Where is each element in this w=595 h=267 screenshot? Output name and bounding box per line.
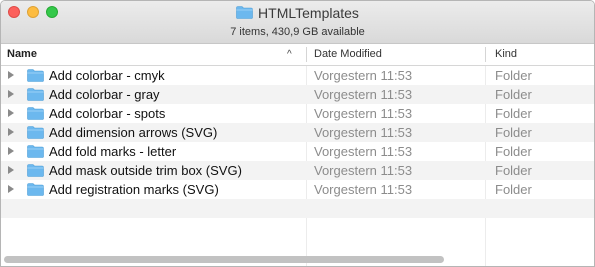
item-kind: Folder bbox=[495, 87, 532, 102]
column-header-date-modified[interactable]: Date Modified bbox=[314, 44, 382, 65]
folder-icon bbox=[27, 126, 44, 139]
item-name: Add dimension arrows (SVG) bbox=[49, 125, 218, 140]
item-date: Vorgestern 11:53 bbox=[314, 163, 413, 178]
title-bar[interactable]: HTMLTemplates 7 items, 430,9 GB availabl… bbox=[1, 1, 594, 44]
folder-icon bbox=[27, 69, 44, 82]
item-date: Vorgestern 11:53 bbox=[314, 87, 413, 102]
item-kind: Folder bbox=[495, 106, 532, 121]
item-name: Add colorbar - gray bbox=[49, 87, 160, 102]
item-name: Add fold marks - letter bbox=[49, 144, 177, 159]
item-date: Vorgestern 11:53 bbox=[314, 144, 413, 159]
empty-row bbox=[1, 199, 594, 218]
item-name: Add registration marks (SVG) bbox=[49, 182, 219, 197]
item-kind: Folder bbox=[495, 182, 532, 197]
column-header-kind[interactable]: Kind bbox=[495, 44, 517, 65]
item-date: Vorgestern 11:53 bbox=[314, 106, 413, 121]
disclosure-triangle-icon[interactable] bbox=[8, 109, 14, 117]
list-item[interactable]: Add registration marks (SVG) Vorgestern … bbox=[1, 180, 594, 199]
folder-icon bbox=[27, 107, 44, 120]
item-name: Add mask outside trim box (SVG) bbox=[49, 163, 242, 178]
horizontal-scrollbar[interactable] bbox=[4, 256, 444, 263]
folder-icon bbox=[27, 183, 44, 196]
disclosure-triangle-icon[interactable] bbox=[8, 147, 14, 155]
column-divider[interactable] bbox=[485, 47, 486, 62]
disclosure-triangle-icon[interactable] bbox=[8, 166, 14, 174]
disclosure-triangle-icon[interactable] bbox=[8, 128, 14, 136]
window-title-group: HTMLTemplates bbox=[1, 4, 594, 21]
list-item[interactable]: Add colorbar - gray Vorgestern 11:53 Fol… bbox=[1, 85, 594, 104]
item-kind: Folder bbox=[495, 163, 532, 178]
sort-ascending-icon[interactable]: ^ bbox=[287, 44, 292, 65]
list-item[interactable]: Add fold marks - letter Vorgestern 11:53… bbox=[1, 142, 594, 161]
list-item[interactable]: Add colorbar - spots Vorgestern 11:53 Fo… bbox=[1, 104, 594, 123]
folder-icon bbox=[27, 145, 44, 158]
list-item[interactable]: Add dimension arrows (SVG) Vorgestern 11… bbox=[1, 123, 594, 142]
item-date: Vorgestern 11:53 bbox=[314, 125, 413, 140]
disclosure-triangle-icon[interactable] bbox=[8, 185, 14, 193]
item-name: Add colorbar - spots bbox=[49, 106, 166, 121]
item-name: Add colorbar - cmyk bbox=[49, 68, 165, 83]
item-kind: Folder bbox=[495, 125, 532, 140]
folder-icon bbox=[27, 88, 44, 101]
column-divider[interactable] bbox=[306, 47, 307, 62]
finder-window: HTMLTemplates 7 items, 430,9 GB availabl… bbox=[0, 0, 595, 267]
list-item[interactable]: Add colorbar - cmyk Vorgestern 11:53 Fol… bbox=[1, 66, 594, 85]
item-kind: Folder bbox=[495, 68, 532, 83]
status-text: 7 items, 430,9 GB available bbox=[230, 26, 365, 38]
empty-row bbox=[1, 218, 594, 237]
column-header: Name ^ Date Modified Kind bbox=[1, 44, 594, 66]
file-list: Add colorbar - cmyk Vorgestern 11:53 Fol… bbox=[1, 66, 594, 237]
item-kind: Folder bbox=[495, 144, 532, 159]
disclosure-triangle-icon[interactable] bbox=[8, 71, 14, 79]
column-header-name[interactable]: Name bbox=[7, 44, 37, 65]
item-date: Vorgestern 11:53 bbox=[314, 68, 413, 83]
disclosure-triangle-icon[interactable] bbox=[8, 90, 14, 98]
folder-icon bbox=[27, 164, 44, 177]
item-date: Vorgestern 11:53 bbox=[314, 182, 413, 197]
folder-icon bbox=[236, 6, 253, 19]
list-item[interactable]: Add mask outside trim box (SVG) Vorgeste… bbox=[1, 161, 594, 180]
window-title: HTMLTemplates bbox=[258, 4, 359, 21]
